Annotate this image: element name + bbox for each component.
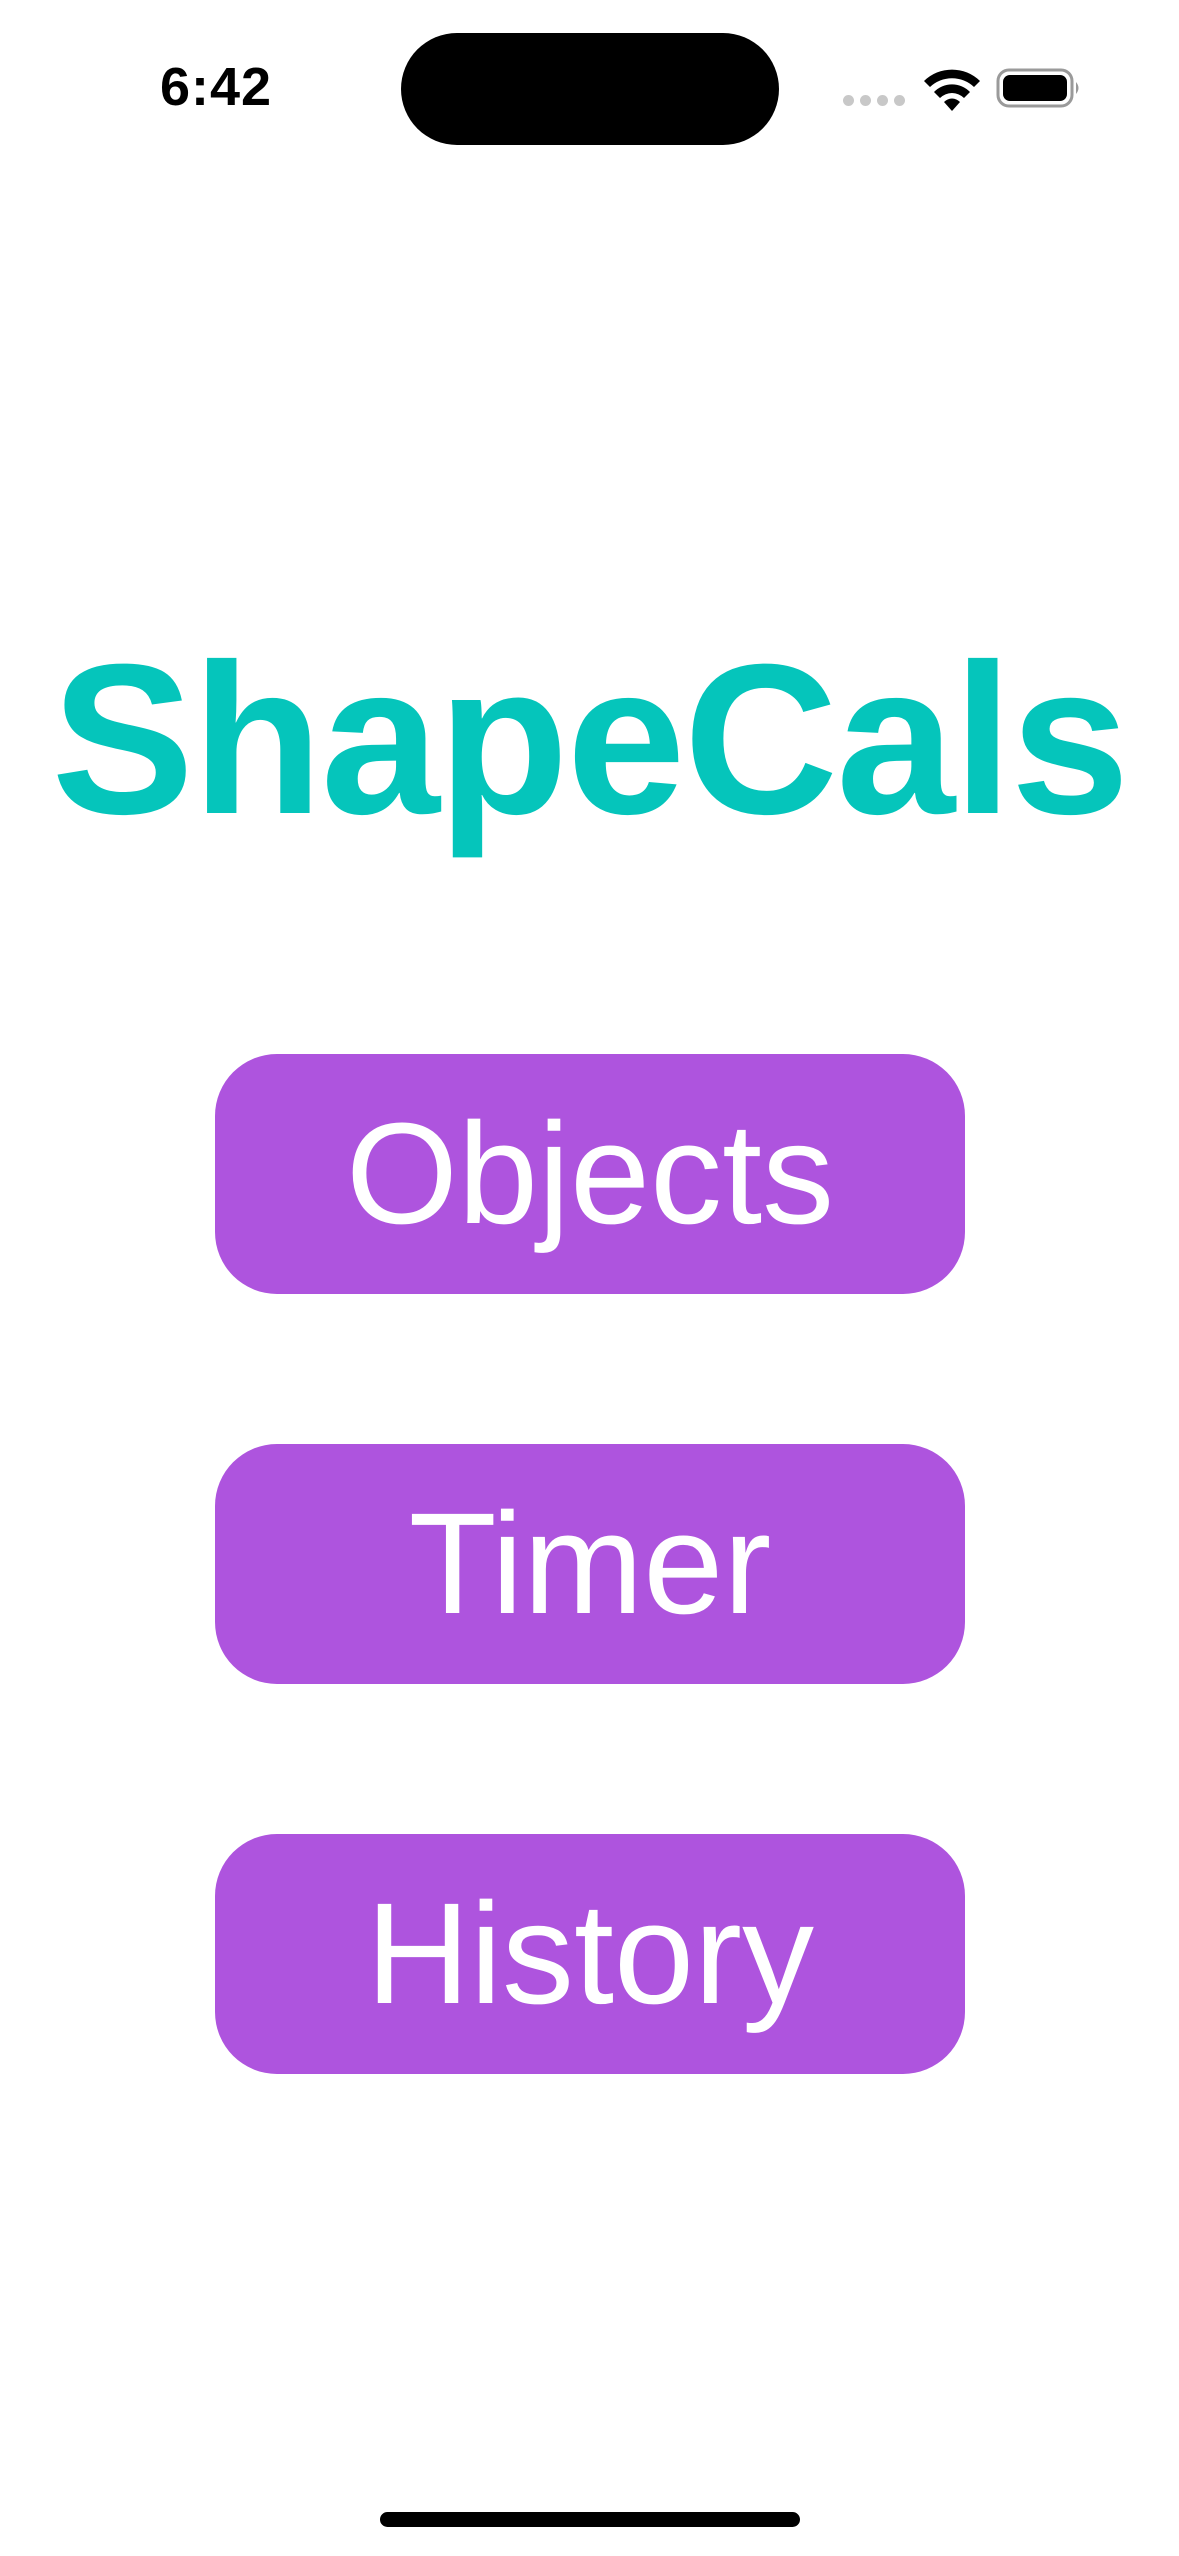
history-button-label: History: [365, 1873, 815, 2034]
objects-button[interactable]: Objects: [215, 1054, 965, 1294]
history-button[interactable]: History: [215, 1834, 965, 2074]
timer-button-label: Timer: [408, 1483, 772, 1644]
wifi-icon: [924, 69, 980, 111]
battery-icon: [996, 68, 1079, 108]
cellular-signal-icon: [843, 95, 905, 106]
app-title: ShapeCals: [51, 620, 1129, 859]
dynamic-island: [401, 33, 779, 145]
status-bar-time: 6:42: [160, 57, 273, 117]
home-indicator[interactable]: [380, 2512, 800, 2527]
timer-button[interactable]: Timer: [215, 1444, 965, 1684]
objects-button-label: Objects: [345, 1093, 835, 1254]
